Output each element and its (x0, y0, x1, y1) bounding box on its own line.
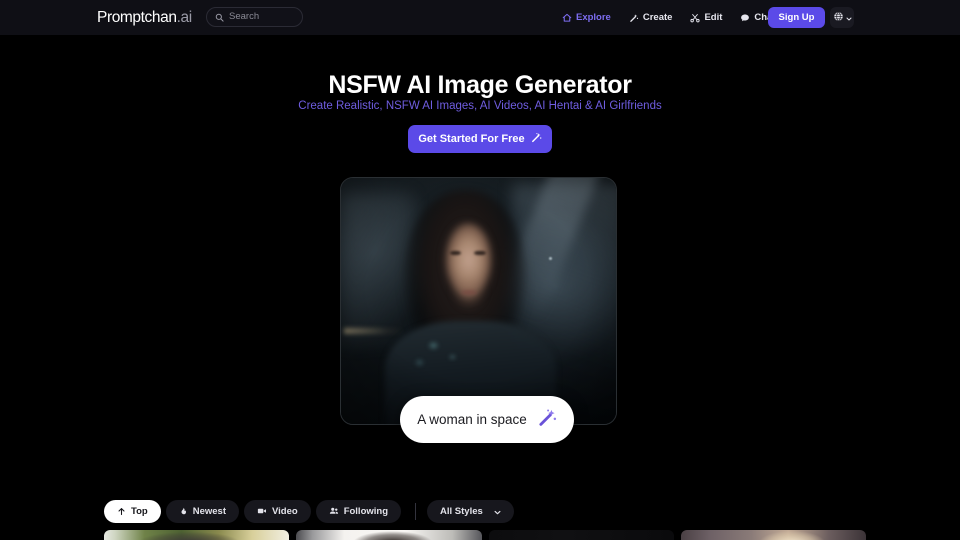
chevron-down-icon (494, 503, 501, 521)
gallery-card-1-image (104, 530, 290, 540)
gallery-card-1[interactable] (104, 530, 290, 540)
hero-video-preview[interactable] (340, 177, 617, 425)
get-started-label: Get Started For Free (418, 132, 525, 145)
magic-wand-icon (531, 130, 542, 148)
nav-label-edit: Edit (704, 11, 723, 23)
nav-label-create: Create (642, 11, 673, 23)
logo-text-main: Promptchan (97, 9, 177, 26)
filter-tab-top[interactable]: Top (104, 500, 161, 523)
flame-icon (179, 503, 188, 521)
arrow-up-icon (117, 503, 126, 521)
chevron-down-icon (845, 9, 852, 27)
filter-tab-newest[interactable]: Newest (165, 500, 239, 523)
nav-label-explore: Explore (576, 11, 611, 23)
gallery-card-4-image (680, 530, 866, 540)
nav-item-create[interactable]: Create (620, 0, 682, 35)
video-prompt-text: A woman in space (417, 411, 527, 427)
search-placeholder: Search (229, 11, 260, 23)
magic-wand-icon (538, 408, 557, 432)
gallery-card-4[interactable] (680, 530, 866, 540)
gallery-grid (104, 530, 866, 540)
nav-item-edit[interactable]: Edit (681, 0, 731, 35)
site-header: Promptchan.ai Search Explore Create Edit… (0, 0, 960, 35)
styles-dropdown[interactable]: All Styles (427, 500, 514, 523)
gallery-card-2[interactable] (296, 530, 482, 540)
gallery-card-3[interactable] (488, 530, 674, 540)
filter-tab-newest-label: Newest (192, 505, 226, 517)
gallery-filter-bar: Top Newest Video Following All Styles (104, 500, 514, 523)
video-vignette (341, 178, 616, 424)
page-subtitle: Create Realistic, NSFW AI Images, AI Vid… (298, 100, 662, 112)
site-logo[interactable]: Promptchan.ai (97, 9, 192, 27)
search-input[interactable]: Search (206, 7, 303, 27)
sign-up-label: Sign Up (778, 11, 815, 23)
filter-tab-video[interactable]: Video (243, 500, 311, 523)
filter-divider (415, 503, 417, 520)
chat-bubble-icon (740, 13, 750, 23)
get-started-button[interactable]: Get Started For Free (408, 125, 552, 153)
gallery-card-2-image (296, 530, 482, 540)
main-nav: Explore Create Edit Chat (553, 0, 785, 35)
logo-text-suffix: .ai (176, 9, 193, 26)
video-prompt-pill[interactable]: A woman in space (400, 396, 574, 443)
language-selector[interactable] (830, 7, 854, 28)
filter-tab-following-label: Following (343, 505, 389, 517)
gallery-card-3-image (488, 530, 674, 540)
nav-item-explore[interactable]: Explore (553, 0, 620, 35)
filter-tab-top-label: Top (131, 505, 148, 517)
globe-icon (833, 9, 844, 27)
search-icon (215, 13, 224, 22)
people-icon (329, 503, 339, 521)
page-title: NSFW AI Image Generator (328, 71, 632, 99)
filter-tab-following[interactable]: Following (315, 500, 402, 523)
home-icon (562, 13, 572, 23)
page-root: Promptchan.ai Search Explore Create Edit… (0, 0, 960, 540)
magic-wand-icon (629, 13, 639, 23)
scissors-icon (690, 13, 701, 23)
filter-tab-video-label: Video (271, 505, 298, 517)
styles-dropdown-label: All Styles (440, 505, 483, 517)
video-camera-icon (257, 503, 267, 521)
sign-up-button[interactable]: Sign Up (768, 7, 825, 28)
